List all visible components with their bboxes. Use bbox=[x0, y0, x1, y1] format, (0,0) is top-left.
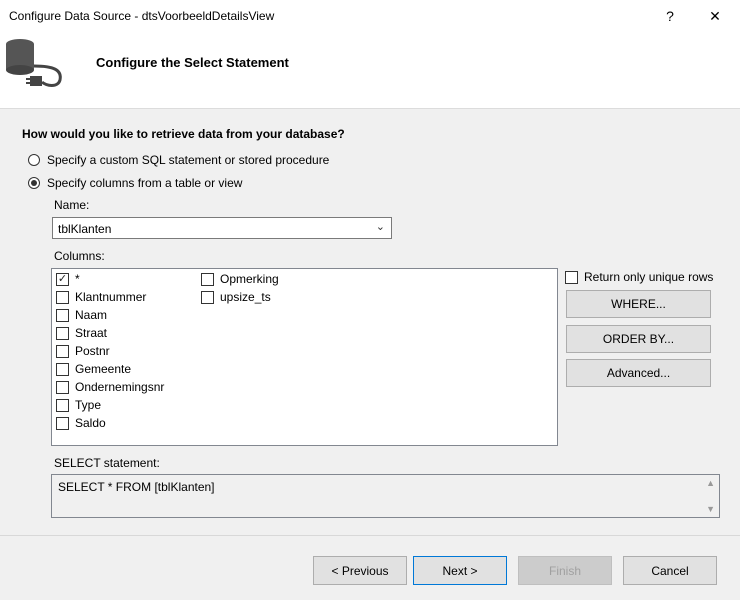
column-item-upsize-ts[interactable]: upsize_ts bbox=[201, 290, 271, 304]
checkbox[interactable] bbox=[56, 308, 69, 322]
order-by-button[interactable]: ORDER BY... bbox=[566, 325, 711, 353]
radio-custom-sql-label: Specify a custom SQL statement or stored… bbox=[47, 153, 330, 167]
cancel-button[interactable]: Cancel bbox=[623, 556, 717, 585]
select-statement-label: SELECT statement: bbox=[54, 456, 160, 470]
column-label: Postnr bbox=[75, 344, 110, 358]
column-label: Straat bbox=[75, 326, 108, 340]
radio-button[interactable] bbox=[28, 177, 40, 189]
checkbox[interactable] bbox=[56, 416, 69, 430]
column-item-type[interactable]: Type bbox=[56, 398, 101, 412]
chevron-down-icon: ⌄ bbox=[375, 221, 385, 233]
select-statement-text: SELECT * FROM [tblKlanten] bbox=[58, 480, 215, 494]
table-select-value: tblKlanten bbox=[58, 222, 112, 236]
checkbox[interactable] bbox=[565, 270, 578, 284]
checkbox[interactable] bbox=[56, 380, 69, 394]
page-title: Configure the Select Statement bbox=[96, 55, 289, 70]
column-item-klantnummer[interactable]: Klantnummer bbox=[56, 290, 146, 304]
checkbox[interactable] bbox=[201, 290, 214, 304]
window-title: Configure Data Source - dtsVoorbeeldDeta… bbox=[9, 9, 275, 23]
name-label: Name: bbox=[54, 198, 90, 212]
table-select[interactable]: tblKlanten ⌄ bbox=[52, 217, 392, 239]
radio-custom-sql[interactable]: Specify a custom SQL statement or stored… bbox=[28, 153, 329, 167]
scroll-up-icon[interactable]: ▲ bbox=[706, 478, 715, 488]
column-item-naam[interactable]: Naam bbox=[56, 308, 107, 322]
scroll-down-icon[interactable]: ▼ bbox=[706, 504, 715, 514]
checkbox[interactable] bbox=[56, 344, 69, 358]
help-button[interactable]: ? bbox=[655, 4, 685, 28]
column-item-straat[interactable]: Straat bbox=[56, 326, 107, 340]
close-button[interactable]: ✕ bbox=[700, 4, 730, 28]
retrieval-question: How would you like to retrieve data from… bbox=[22, 127, 345, 141]
title-bar: Configure Data Source - dtsVoorbeeldDeta… bbox=[0, 0, 740, 32]
finish-button: Finish bbox=[518, 556, 612, 585]
previous-button[interactable]: < Previous bbox=[313, 556, 407, 585]
checkbox-checked[interactable]: ✓ bbox=[56, 272, 69, 286]
column-label: upsize_ts bbox=[220, 290, 271, 304]
radio-button[interactable] bbox=[28, 154, 40, 166]
checkbox[interactable] bbox=[56, 398, 69, 412]
where-button[interactable]: WHERE... bbox=[566, 290, 711, 318]
advanced-button[interactable]: Advanced... bbox=[566, 359, 711, 387]
column-label: Type bbox=[75, 398, 102, 412]
columns-label: Columns: bbox=[54, 249, 105, 263]
checkbox[interactable] bbox=[56, 290, 69, 304]
column-item-ondernemingsnr[interactable]: Ondernemingsnr bbox=[56, 380, 164, 394]
columns-list: ✓ * Klantnummer Naam Straat Postnr Gemee… bbox=[51, 268, 558, 446]
checkbox[interactable] bbox=[56, 362, 69, 376]
column-item-opmerking[interactable]: Opmerking bbox=[201, 272, 279, 286]
column-label: Ondernemingsnr bbox=[75, 380, 165, 394]
column-label: Saldo bbox=[75, 416, 106, 430]
wizard-header bbox=[0, 32, 740, 109]
column-item-star[interactable]: ✓ * bbox=[56, 272, 80, 286]
select-statement-box[interactable]: SELECT * FROM [tblKlanten] ▲ ▼ bbox=[51, 474, 720, 518]
column-label: Klantnummer bbox=[75, 290, 147, 304]
column-label: Gemeente bbox=[75, 362, 132, 376]
radio-selected-dot bbox=[31, 180, 37, 186]
radio-table-columns[interactable]: Specify columns from a table or view bbox=[28, 176, 242, 190]
column-label: Naam bbox=[75, 308, 108, 322]
column-item-postnr[interactable]: Postnr bbox=[56, 344, 110, 358]
column-item-saldo[interactable]: Saldo bbox=[56, 416, 106, 430]
checkbox[interactable] bbox=[56, 326, 69, 340]
database-plug-icon bbox=[6, 39, 62, 87]
unique-rows-label: Return only unique rows bbox=[584, 270, 714, 284]
radio-table-columns-label: Specify columns from a table or view bbox=[47, 176, 243, 190]
checkbox[interactable] bbox=[201, 272, 214, 286]
column-label: Opmerking bbox=[220, 272, 279, 286]
unique-rows-option[interactable]: Return only unique rows bbox=[565, 270, 713, 284]
column-item-gemeente[interactable]: Gemeente bbox=[56, 362, 131, 376]
next-button[interactable]: Next > bbox=[413, 556, 507, 585]
column-label: * bbox=[75, 272, 80, 286]
